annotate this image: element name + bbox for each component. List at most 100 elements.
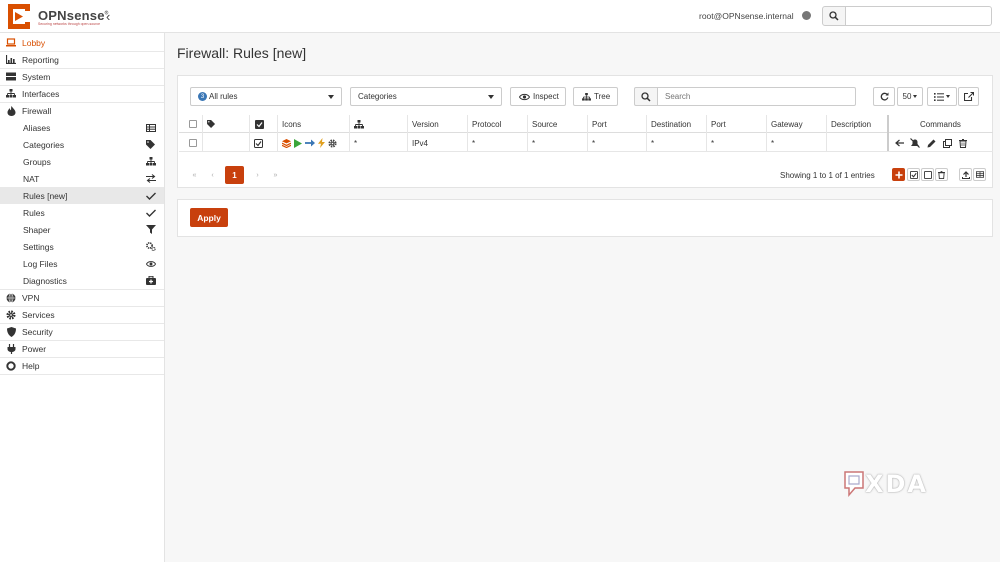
sidebar-item-services[interactable]: Services [0, 306, 164, 323]
brand-tagline: Securing networks through open-source [38, 22, 101, 26]
move-before-icon[interactable] [894, 138, 904, 148]
table-search-button[interactable] [634, 87, 658, 106]
page-1-button[interactable]: 1 [225, 166, 244, 184]
upload-button[interactable] [959, 168, 972, 181]
col-interface-icon[interactable] [354, 115, 364, 133]
square-icon [923, 170, 932, 179]
table-search-input[interactable] [657, 87, 856, 106]
col-gateway[interactable]: Gateway [771, 115, 803, 133]
plug-icon [6, 343, 16, 354]
cell-gateway: * [771, 138, 775, 148]
cog-icon[interactable] [328, 138, 337, 148]
sidebar-item-interfaces[interactable]: Interfaces [0, 85, 164, 102]
col-destination[interactable]: Destination [651, 115, 691, 133]
table-view-button[interactable] [973, 168, 986, 181]
global-search-input[interactable] [845, 6, 992, 26]
cell-version: IPv4 [412, 138, 429, 148]
col-description[interactable]: Description [831, 115, 871, 133]
sidebar-item-rules-new[interactable]: Rules [new] [0, 187, 164, 204]
enable-selected-button[interactable] [907, 168, 920, 181]
user-label[interactable]: root@OPNsense.internal [699, 11, 794, 21]
chart-icon [6, 55, 16, 65]
sidebar-item-log-files[interactable]: Log Files [0, 255, 164, 272]
layers-icon[interactable] [282, 138, 291, 148]
sidebar-item-aliases[interactable]: Aliases [0, 119, 164, 136]
sidebar-item-reporting[interactable]: Reporting [0, 51, 164, 68]
sidebar-item-firewall[interactable]: Firewall [0, 102, 164, 119]
last-page-button[interactable]: » [267, 166, 284, 184]
globe-icon [6, 292, 16, 303]
check-square-icon [909, 170, 918, 179]
tags-icon [146, 140, 156, 150]
categories-label: Categories [358, 92, 397, 101]
shield-icon [6, 326, 16, 337]
col-commands: Commands [920, 119, 961, 129]
disable-selected-button[interactable] [921, 168, 934, 181]
col-source-port[interactable]: Port [592, 115, 607, 133]
sidebar-item-rules[interactable]: Rules [0, 204, 164, 221]
rules-filter-select[interactable]: 3 All rules [190, 87, 342, 106]
sidebar-item-system[interactable]: System [0, 68, 164, 85]
sidebar-item-diagnostics[interactable]: Diagnostics [0, 272, 164, 289]
categories-select[interactable]: Categories [350, 87, 502, 106]
col-destination-port[interactable]: Port [711, 115, 726, 133]
arrow-right-icon[interactable] [305, 139, 315, 147]
export-button[interactable] [958, 87, 979, 106]
sidebar-item-label: Groups [23, 156, 51, 167]
sidebar-item-shaper[interactable]: Shaper [0, 221, 164, 238]
sidebar-item-label: Settings [23, 241, 54, 252]
sidebar-item-vpn[interactable]: VPN [0, 289, 164, 306]
col-protocol[interactable]: Protocol [472, 115, 501, 133]
sidebar-item-label: Firewall [22, 105, 52, 116]
delete-selected-button[interactable] [935, 168, 948, 181]
prev-page-button[interactable]: ‹ [204, 166, 221, 184]
sidebar-item-categories[interactable]: Categories [0, 136, 164, 153]
sidebar-item-security[interactable]: Security [0, 323, 164, 340]
sidebar-item-lobby[interactable]: Lobby [0, 34, 164, 51]
columns-select[interactable] [927, 87, 957, 106]
sidebar-item-nat[interactable]: NAT [0, 170, 164, 187]
tree-button[interactable]: Tree [573, 87, 618, 106]
sidebar-item-help[interactable]: Help [0, 357, 164, 374]
add-rule-button[interactable] [892, 168, 905, 181]
apply-button[interactable]: Apply [190, 208, 228, 227]
server-icon [6, 72, 16, 82]
sidebar-item-power[interactable]: Power [0, 340, 164, 357]
top-bar: OPNsense® Securing networks through open… [0, 0, 1000, 33]
table-row[interactable]: * IPv4 * * * * * * [179, 134, 993, 152]
disable-log-icon[interactable] [910, 138, 920, 148]
plus-icon [895, 171, 902, 178]
first-page-button[interactable]: « [186, 166, 203, 184]
opnsense-logo[interactable] [5, 3, 33, 30]
sidebar-item-groups[interactable]: Groups [0, 153, 164, 170]
xda-logo-icon [844, 471, 864, 498]
caret-down-icon [328, 95, 334, 99]
check-square-icon [254, 138, 263, 148]
refresh-button[interactable] [873, 87, 895, 106]
upload-icon [961, 170, 970, 179]
select-all-checkbox[interactable] [189, 115, 197, 133]
inspect-button[interactable]: Inspect [510, 87, 566, 106]
status-indicator[interactable] [802, 11, 811, 20]
collapse-sidebar-icon[interactable]: ‹ [106, 9, 110, 24]
page-size-select[interactable]: 50 [897, 87, 923, 106]
sidebar-item-label: System [22, 71, 51, 82]
sidebar-item-label: Aliases [23, 122, 51, 133]
delete-icon[interactable] [958, 138, 968, 148]
clone-icon[interactable] [942, 138, 952, 148]
share-icon [963, 92, 974, 101]
play-icon[interactable] [294, 138, 302, 148]
edit-icon[interactable] [926, 138, 936, 148]
col-icons[interactable]: Icons [282, 115, 301, 133]
col-source[interactable]: Source [532, 115, 557, 133]
search-button[interactable] [822, 6, 846, 26]
row-checkbox[interactable] [189, 134, 197, 152]
bolt-icon[interactable] [318, 138, 325, 148]
col-version[interactable]: Version [412, 115, 439, 133]
next-page-button[interactable]: › [249, 166, 266, 184]
sidebar-item-settings[interactable]: Settings [0, 238, 164, 255]
list-icon [934, 92, 944, 101]
pagination-info: Showing 1 to 1 of 1 entries [780, 171, 875, 180]
check-icon [146, 208, 156, 218]
enabled-toggle[interactable] [254, 134, 263, 152]
